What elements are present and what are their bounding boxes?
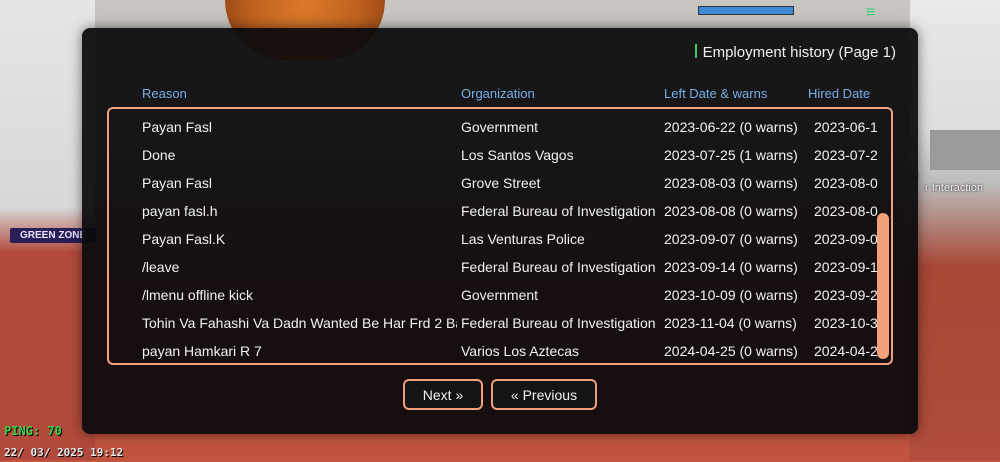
cell-hired-date: 2023-06-1	[814, 119, 878, 135]
cell-hired-date: 2024-04-2	[814, 343, 878, 359]
table-row[interactable]: /leave Federal Bureau of Investigation 2…	[109, 253, 889, 281]
hud-health-bar	[698, 6, 794, 15]
cell-organization: Federal Bureau of Investigation	[461, 315, 656, 331]
cell-reason: Tohin Va Fahashi Va Dadn Wanted Be Har F…	[142, 315, 457, 331]
cell-reason: payan fasl.h	[142, 203, 218, 219]
background-building-right	[910, 0, 1000, 460]
table-row[interactable]: /lmenu offline kick Government 2023-10-0…	[109, 281, 889, 309]
cell-reason: /lmenu offline kick	[142, 287, 254, 303]
cell-hired-date: 2023-09-1	[814, 259, 878, 275]
next-page-button[interactable]: Next »	[403, 379, 483, 410]
dialog-title: Employment history (Page 1)	[694, 44, 896, 61]
cell-organization: Government	[461, 119, 539, 135]
cell-left-date: 2023-09-14 (0 warns)	[664, 259, 798, 275]
cell-hired-date: 2023-09-2	[814, 287, 878, 303]
cell-hired-date: 2023-08-0	[814, 175, 878, 191]
ping-readout: PING: 70	[4, 424, 62, 438]
cell-hired-date: 2023-07-2	[814, 147, 878, 163]
cell-left-date: 2023-08-08 (0 warns)	[664, 203, 798, 219]
cell-organization: Government	[461, 287, 539, 303]
interaction-label-line2: r Interaction	[925, 182, 984, 194]
cell-organization: Varios Los Aztecas	[461, 343, 580, 359]
cell-reason: payan Hamkari R 7	[142, 343, 262, 359]
cell-organization: Los Santos Vagos	[461, 147, 574, 163]
cell-left-date: 2024-04-25 (0 warns)	[664, 343, 798, 359]
cell-left-date: 2023-09-07 (0 warns)	[664, 231, 798, 247]
hud-logo-icon: ≡	[866, 4, 877, 21]
column-header-left-date: Left Date & warns	[664, 86, 768, 101]
cell-reason: Done	[142, 147, 176, 163]
dialog-title-text: Employment history (Page 1)	[702, 44, 896, 61]
cell-organization: Federal Bureau of Investigation	[461, 259, 656, 275]
cell-reason: Payan Fasl.K	[142, 231, 226, 247]
cell-reason: /leave	[142, 259, 180, 275]
cell-left-date: 2023-11-04 (0 warns)	[664, 315, 797, 331]
cell-left-date: 2023-10-09 (0 warns)	[664, 287, 798, 303]
cell-reason: Payan Fasl	[142, 175, 213, 191]
hud-health-bar-fill	[699, 7, 793, 14]
previous-page-button[interactable]: « Previous	[491, 379, 597, 410]
column-header-hired-date: Hired Date	[808, 86, 871, 101]
cell-left-date: 2023-06-22 (0 warns)	[664, 119, 798, 135]
employment-history-dialog: Employment history (Page 1) Reason Organ…	[82, 28, 918, 434]
cell-hired-date: 2023-08-0	[814, 203, 878, 219]
column-header-reason: Reason	[142, 86, 187, 101]
table-scrollbar[interactable]	[877, 213, 889, 359]
cell-left-date: 2023-07-25 (1 warns)	[664, 147, 798, 163]
column-header-organization: Organization	[461, 86, 535, 101]
table-row[interactable]: payan Hamkari R 7 Varios Los Aztecas 202…	[109, 337, 889, 363]
table-row[interactable]: Payan Fasl Government 2023-06-22 (0 warn…	[109, 113, 889, 141]
datetime-readout: 22/ 03/ 2025 19:12	[4, 446, 124, 459]
history-table[interactable]: Payan Fasl Government 2023-06-22 (0 warn…	[107, 107, 893, 365]
table-row[interactable]: Payan Fasl.K Las Venturas Police 2023-09…	[109, 225, 889, 253]
cell-hired-date: 2023-09-0	[814, 231, 878, 247]
table-row[interactable]: Done Los Santos Vagos 2023-07-25 (1 warn…	[109, 141, 889, 169]
table-row[interactable]: Tohin Va Fahashi Va Dadn Wanted Be Har F…	[109, 309, 889, 337]
cell-hired-date: 2023-10-3	[814, 315, 878, 331]
cell-organization: Grove Street	[461, 175, 541, 191]
cell-reason: Payan Fasl	[142, 119, 213, 135]
cell-organization: Las Venturas Police	[461, 231, 585, 247]
cell-left-date: 2023-08-03 (0 warns)	[664, 175, 798, 191]
background-window	[930, 130, 1000, 170]
table-row[interactable]: payan fasl.h Federal Bureau of Investiga…	[109, 197, 889, 225]
table-row[interactable]: Payan Fasl Grove Street 2023-08-03 (0 wa…	[109, 169, 889, 197]
title-accent-bar	[694, 44, 697, 58]
cell-organization: Federal Bureau of Investigation	[461, 203, 656, 219]
